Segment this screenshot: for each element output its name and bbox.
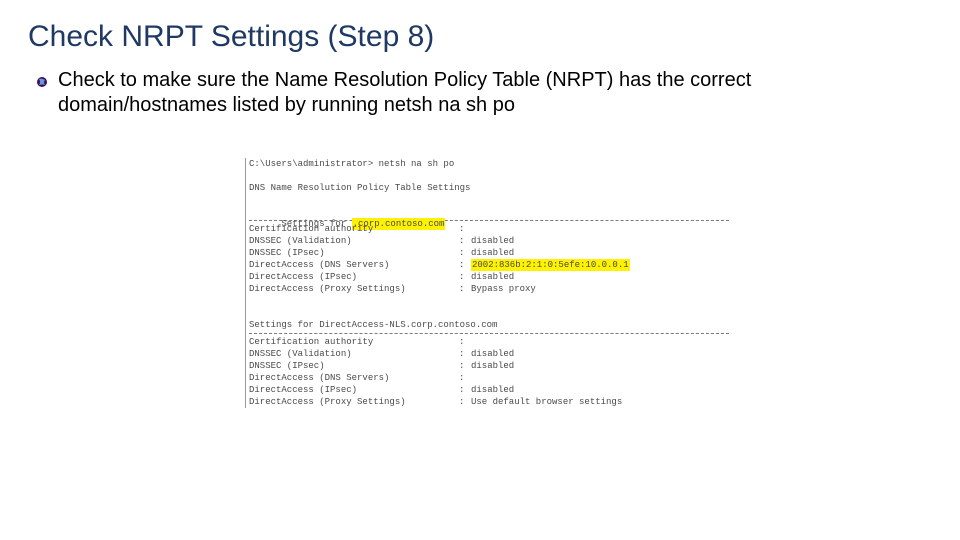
row-colon: : xyxy=(459,372,471,384)
divider xyxy=(249,333,729,334)
terminal-output: C:\Users\administrator> netsh na sh po D… xyxy=(245,158,729,408)
settings-for-line-2: Settings for DirectAccess-NLS.corp.conto… xyxy=(249,319,729,331)
row-value: disabled xyxy=(471,271,514,283)
dns-server-ipv6-highlight: 2002:836b:2:1:0:5efe:10.0.0.1 xyxy=(471,259,630,271)
row-label: DirectAccess (DNS Servers) xyxy=(249,372,459,384)
row-label: Certification authority xyxy=(249,336,459,348)
row-value: Bypass proxy xyxy=(471,283,536,295)
row-label: DNSSEC (IPsec) xyxy=(249,360,459,372)
row-value: disabled xyxy=(471,384,514,396)
row-value: disabled xyxy=(471,348,514,360)
table-row: DirectAccess (DNS Servers) : xyxy=(249,372,729,384)
bullet-icon xyxy=(36,75,48,87)
row-colon: : xyxy=(459,283,471,295)
row-value: disabled xyxy=(471,235,514,247)
table-row: DirectAccess (IPsec) : disabled xyxy=(249,271,729,283)
row-colon: : xyxy=(459,348,471,360)
slide-title: Check NRPT Settings (Step 8) xyxy=(28,20,932,54)
table-row: DNSSEC (Validation) : disabled xyxy=(249,235,729,247)
settings-for-line-1: Settings for .corp.contoso.com xyxy=(249,206,729,218)
terminal-prompt: C:\Users\administrator> netsh na sh po xyxy=(249,158,729,170)
table-row: DirectAccess (Proxy Settings) : Bypass p… xyxy=(249,283,729,295)
bullet-item: Check to make sure the Name Resolution P… xyxy=(36,68,932,118)
row-colon: : xyxy=(459,247,471,259)
row-colon: : xyxy=(459,223,471,235)
row-label: DirectAccess (DNS Servers) xyxy=(249,259,459,271)
table-row: DNSSEC (IPsec) : disabled xyxy=(249,360,729,372)
table-row: DNSSEC (Validation) : disabled xyxy=(249,348,729,360)
row-value: disabled xyxy=(471,360,514,372)
row-colon: : xyxy=(459,384,471,396)
row-colon: : xyxy=(459,336,471,348)
row-value: disabled xyxy=(471,247,514,259)
row-label: Certification authority xyxy=(249,223,459,235)
row-value: Use default browser settings xyxy=(471,396,622,408)
table-row: DirectAccess (IPsec) : disabled xyxy=(249,384,729,396)
row-label: DNSSEC (IPsec) xyxy=(249,247,459,259)
terminal-heading: DNS Name Resolution Policy Table Setting… xyxy=(249,182,729,194)
table-row: DirectAccess (Proxy Settings) : Use defa… xyxy=(249,396,729,408)
table-row: DirectAccess (DNS Servers) : 2002:836b:2… xyxy=(249,259,729,271)
row-colon: : xyxy=(459,396,471,408)
table-row: DNSSEC (IPsec) : disabled xyxy=(249,247,729,259)
row-label: DirectAccess (Proxy Settings) xyxy=(249,396,459,408)
table-row: Certification authority : xyxy=(249,223,729,235)
row-colon: : xyxy=(459,235,471,247)
row-label: DNSSEC (Validation) xyxy=(249,235,459,247)
row-value-highlight: 2002:836b:2:1:0:5efe:10.0.0.1 xyxy=(471,259,630,271)
row-label: DirectAccess (IPsec) xyxy=(249,384,459,396)
row-label: DNSSEC (Validation) xyxy=(249,348,459,360)
slide: Check NRPT Settings (Step 8) Check to ma… xyxy=(0,0,960,540)
table-row: Certification authority : xyxy=(249,336,729,348)
row-colon: : xyxy=(459,360,471,372)
row-colon: : xyxy=(459,259,471,271)
row-label: DirectAccess (Proxy Settings) xyxy=(249,283,459,295)
row-label: DirectAccess (IPsec) xyxy=(249,271,459,283)
bullet-text: Check to make sure the Name Resolution P… xyxy=(58,68,918,118)
row-colon: : xyxy=(459,271,471,283)
